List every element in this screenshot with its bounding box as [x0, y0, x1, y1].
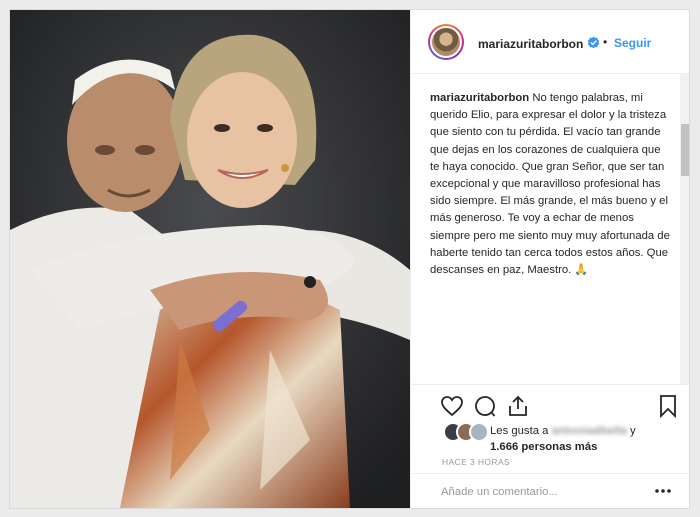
caption-username[interactable]: mariazuritaborbon	[430, 92, 529, 104]
likes-joiner: y	[630, 425, 636, 437]
likers-avatars[interactable]	[443, 422, 489, 442]
comment-input[interactable]	[441, 483, 641, 501]
post-timestamp[interactable]: HACE 3 HORAS	[442, 457, 510, 467]
avatar[interactable]	[428, 24, 464, 60]
caption-text: No tengo palabras, mi querido Elio, para…	[430, 92, 670, 277]
liker-avatar	[469, 422, 489, 442]
verified-badge-icon	[587, 36, 600, 49]
post-side-panel: mariazuritaborbon • Seguir mariazuritabo…	[410, 10, 689, 508]
more-options-icon[interactable]	[654, 483, 672, 499]
avatar-image	[430, 26, 462, 58]
scrollbar-thumb[interactable]	[681, 124, 689, 176]
post-caption: mariazuritaborbon No tengo palabras, mi …	[430, 90, 672, 279]
liker-username[interactable]: antoniaalbella	[552, 425, 627, 437]
post-header: mariazuritaborbon • Seguir	[411, 10, 689, 74]
comment-bubble-icon[interactable]	[473, 394, 497, 418]
post-card: mariazuritaborbon • Seguir mariazuritabo…	[9, 9, 690, 509]
share-icon[interactable]	[506, 394, 530, 418]
heart-icon[interactable]	[440, 394, 464, 418]
post-photo[interactable]	[10, 10, 410, 508]
username-link[interactable]: mariazuritaborbon	[478, 37, 583, 51]
caption-scrollbar[interactable]	[680, 74, 689, 384]
likes-count[interactable]: 1.666 personas más	[490, 441, 597, 453]
action-bar	[411, 384, 689, 424]
likes-prefix: Les gusta a	[490, 425, 549, 437]
likes-summary: Les gusta a antoniaalbella y 1.666 perso…	[490, 423, 636, 455]
header-separator: •	[603, 35, 608, 49]
comment-bar	[411, 473, 689, 508]
bookmark-icon[interactable]	[656, 394, 680, 418]
post-photo-illustration	[10, 10, 410, 508]
follow-button[interactable]: Seguir	[614, 36, 651, 50]
